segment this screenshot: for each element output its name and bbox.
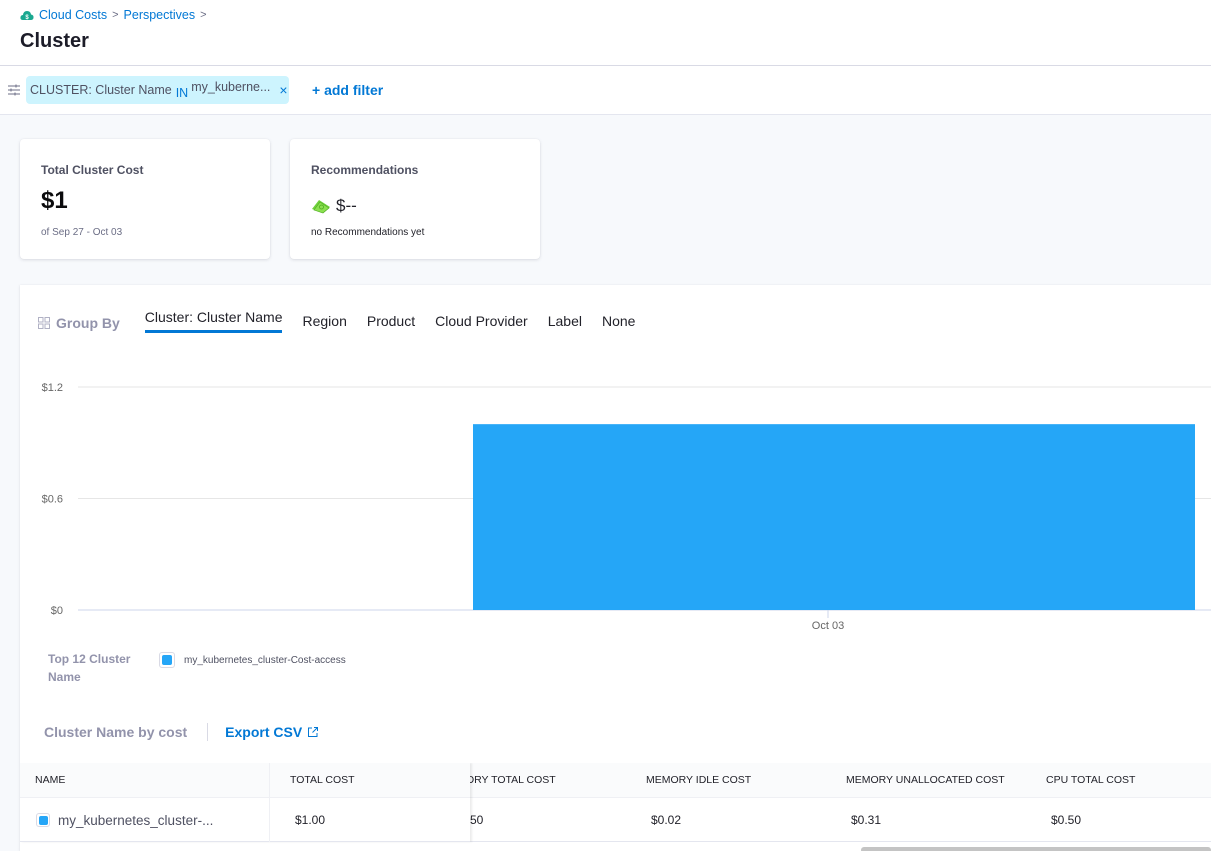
filter-value: my_kuberne... [191,80,271,94]
bar[interactable] [473,424,1195,610]
horizontal-scrollbar[interactable] [861,847,1211,851]
chart-legend: Top 12 Cluster Name my_kubernetes_cluste… [48,650,346,686]
table-title: Cluster Name by cost [44,724,188,740]
filter-pill-cluster-name[interactable]: CLUSTER: Cluster Name IN my_kuberne... × [26,76,289,104]
group-by-tab-cloud-provider[interactable]: Cloud Provider [435,313,528,334]
cluster-name: my_kubernetes_cluster-... [58,812,214,828]
column-header-memory-total-cost[interactable]: ORY TOTAL COST [466,763,556,798]
filter-settings-icon[interactable] [7,83,21,97]
legend-label: my_kubernetes_cluster-Cost-access [184,654,346,666]
legend-title: Top 12 Cluster Name [48,652,131,684]
y-tick-label: $0 [51,605,63,617]
column-header-name[interactable]: NAME [35,763,65,798]
card-title: Total Cluster Cost [41,163,144,177]
filter-operator: IN [175,86,189,100]
y-axis-ticks: $0 $0.6 $1.2 [42,382,63,617]
cloud-costs-icon: $ [20,10,34,21]
filter-bar: CLUSTER: Cluster Name IN my_kuberne... ×… [0,66,1211,115]
divider [207,723,209,741]
column-header-cpu-total-cost[interactable]: CPU TOTAL COST [1046,763,1135,798]
export-csv-label: Export CSV [225,724,303,740]
group-by-text: Group By [56,315,120,331]
recommendations-value: $-- [336,196,357,215]
legend-swatch [162,655,172,665]
chart-bars [473,424,1195,610]
cell-memory-idle-cost: $0.02 [651,813,682,827]
column-header-memory-unallocated-cost[interactable]: MEMORY UNALLOCATED COST [846,763,1005,798]
group-by-tab-cluster-name[interactable]: Cluster: Cluster Name [144,309,283,333]
y-tick-label: $1.2 [42,382,63,394]
breadcrumb-separator: > [112,9,119,21]
row-color-swatch [36,813,50,827]
cell-name[interactable]: my_kubernetes_cluster-... [36,798,213,842]
legend-checkbox[interactable] [159,652,175,668]
group-by-tab-product[interactable]: Product [367,313,415,334]
group-by-bar: Group By Cluster: Cluster Name Region Pr… [38,309,655,335]
table-toolbar: Cluster Name by cost Export CSV [44,723,319,741]
cell-memory-unallocated-cost: $0.31 [851,813,882,827]
export-csv-button[interactable]: Export CSV [225,724,319,740]
group-by-tab-none[interactable]: None [602,313,635,334]
breadcrumb: $ Cloud Costs > Perspectives > [20,8,212,22]
remove-filter-icon[interactable]: × [279,82,287,98]
breadcrumb-cloud-costs[interactable]: Cloud Costs [39,8,107,22]
x-tick-label: Oct 03 [812,620,844,632]
group-by-icon [38,317,50,329]
external-link-icon [308,727,319,737]
cell-memory-total-cost: 50 [470,813,484,827]
sticky-columns: NAME TOTAL COST my_kubernetes_cluster-..… [20,763,470,842]
total-cost-value: $1 [41,187,68,214]
group-by-tab-label[interactable]: Label [548,313,582,334]
main-content: Total Cluster Cost $1 of Sep 27 - Oct 03… [0,115,1211,851]
column-header-memory-idle-cost[interactable]: MEMORY IDLE COST [646,763,751,798]
total-cluster-cost-card: Total Cluster Cost $1 of Sep 27 - Oct 03 [20,139,270,259]
group-by-label: Group By [38,315,120,331]
recommendations-card: Recommendations $-- no Recommendations y… [290,139,540,259]
group-by-tab-region[interactable]: Region [302,313,346,334]
cell-total-cost: $1.00 [295,813,326,827]
money-icon [312,200,330,214]
chart-panel: Group By Cluster: Cluster Name Region Pr… [20,285,1211,851]
card-title: Recommendations [311,163,419,177]
recommendations-subtitle: no Recommendations yet [311,227,425,238]
add-filter-button[interactable]: + add filter [312,82,383,98]
page-header: $ Cloud Costs > Perspectives > Cluster [0,0,1211,66]
page-title: Cluster [20,30,89,52]
breadcrumb-separator: > [200,9,207,21]
x-axis-ticks: Oct 03 [812,610,844,632]
cost-table: ORY TOTAL COST MEMORY IDLE COST MEMORY U… [20,763,1211,851]
cost-bar-chart: $0 $0.6 $1.2 Oct 03 [42,382,1211,632]
column-header-total-cost[interactable]: TOTAL COST [290,763,355,798]
y-tick-label: $0.6 [42,494,63,506]
cell-cpu-total-cost: $0.50 [1051,813,1082,827]
filter-field: CLUSTER: Cluster Name [30,83,172,97]
breadcrumb-perspectives[interactable]: Perspectives [124,8,196,22]
date-range: of Sep 27 - Oct 03 [41,227,123,238]
legend-item[interactable]: my_kubernetes_cluster-Cost-access [159,652,346,668]
